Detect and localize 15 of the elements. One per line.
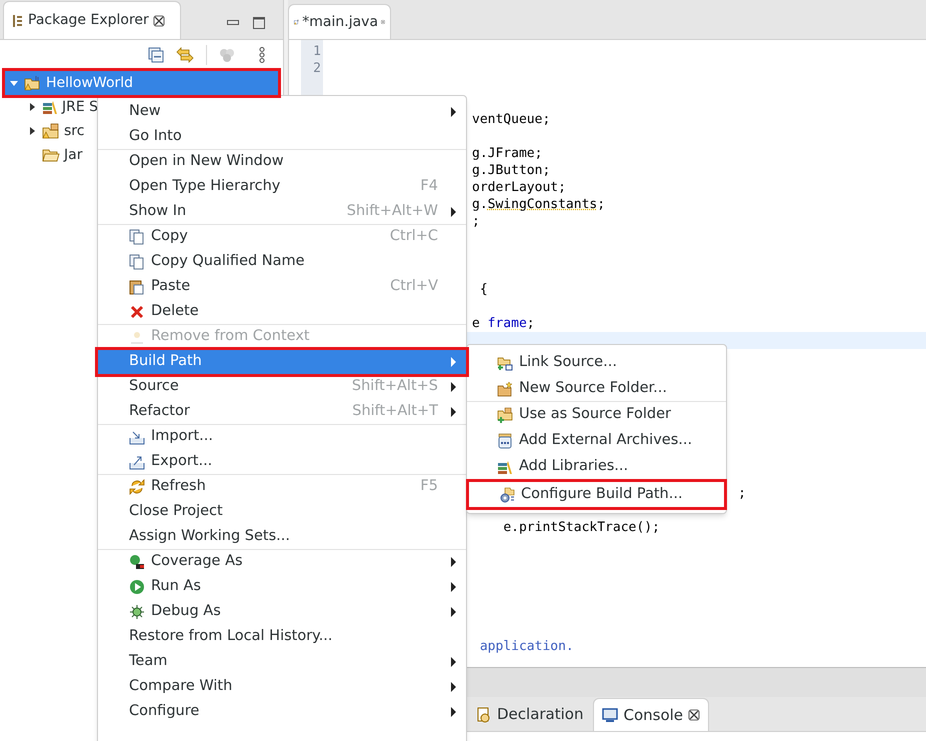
code-text: application. [480, 638, 574, 655]
view-title: Package Explorer [28, 11, 149, 30]
code-text: orderLayout; [472, 179, 566, 196]
code-text: g.JFrame; [472, 145, 542, 162]
code-text: ; [738, 485, 746, 502]
code-text: e.printStackTrace(); [503, 519, 660, 536]
code-text: e frame; [472, 315, 535, 332]
code-text: ; [472, 213, 480, 230]
line-number: 1 [313, 43, 321, 60]
tab-title: *main.java [302, 12, 378, 32]
code-text: ventQueue; [472, 111, 550, 128]
code-text: g.JButton; [472, 162, 550, 179]
code-text: { [480, 281, 488, 298]
code-text: g.SwingConstants; [472, 196, 606, 213]
line-number: 2 [313, 60, 321, 77]
